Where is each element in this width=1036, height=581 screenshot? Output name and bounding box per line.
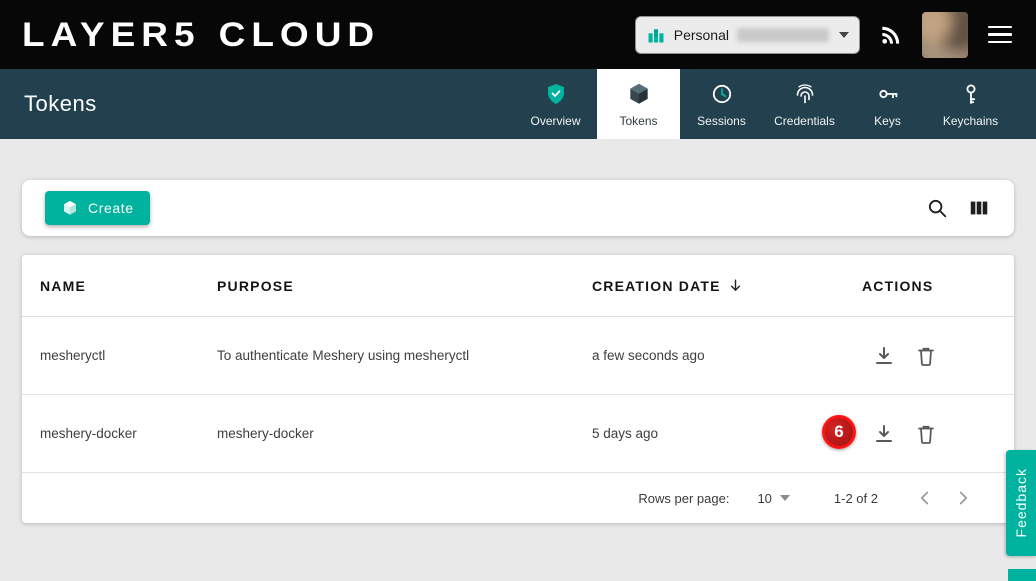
- token-cube-icon: [61, 199, 79, 217]
- view-columns-icon[interactable]: [968, 197, 990, 219]
- page: LAYER5 CLOUD Personal: [0, 0, 1036, 523]
- token-cube-icon: [626, 81, 652, 107]
- tab-label: Credentials: [774, 114, 835, 128]
- tab-tokens[interactable]: Tokens: [597, 69, 680, 139]
- subnav: Tokens Overview: [0, 69, 1036, 139]
- token-purpose: meshery-docker: [217, 426, 592, 441]
- rows-per-page-label: Rows per page:: [638, 491, 729, 506]
- token-name: meshery-docker: [22, 426, 217, 441]
- row-actions: [862, 344, 1014, 368]
- header-actions: Personal: [635, 12, 1014, 58]
- tab-keychains[interactable]: Keychains: [929, 69, 1012, 139]
- create-button-label: Create: [88, 200, 134, 216]
- column-header-actions: ACTIONS: [862, 278, 1014, 294]
- tab-keys[interactable]: Keys: [846, 69, 929, 139]
- table-toolbar: Create: [22, 180, 1014, 236]
- tab-label: Keys: [874, 114, 901, 128]
- search-icon[interactable]: [926, 197, 948, 219]
- token-creation-date: a few seconds ago: [592, 348, 862, 363]
- tab-credentials[interactable]: Credentials: [763, 69, 846, 139]
- fingerprint-icon: [793, 81, 817, 107]
- pagination-range: 1-2 of 2: [834, 491, 878, 506]
- table-header-row: NAME PURPOSE CREATION DATE ACTIONS: [22, 255, 1014, 317]
- main-content: Create: [0, 139, 1036, 523]
- building-icon: [646, 25, 666, 45]
- shield-icon: [544, 81, 568, 107]
- app-header: LAYER5 CLOUD Personal: [0, 0, 1036, 69]
- create-token-button[interactable]: Create: [45, 191, 150, 225]
- tab-label: Tokens: [619, 114, 657, 128]
- user-avatar[interactable]: [922, 12, 968, 58]
- column-header-purpose[interactable]: PURPOSE: [217, 278, 592, 294]
- key-icon: [876, 81, 900, 107]
- trash-icon[interactable]: [914, 344, 938, 368]
- column-header-name[interactable]: NAME: [22, 278, 217, 294]
- chevron-down-icon: [839, 32, 849, 38]
- tab-label: Sessions: [697, 114, 746, 128]
- next-page-icon[interactable]: [952, 487, 974, 509]
- pager-controls: [914, 487, 974, 509]
- tab-sessions[interactable]: Sessions: [680, 69, 763, 139]
- logo-cloud: CLOUD: [219, 17, 381, 51]
- account-name-redacted: [737, 28, 829, 42]
- trash-icon[interactable]: [914, 422, 938, 446]
- token-purpose: To authenticate Meshery using mesheryctl: [217, 348, 592, 363]
- download-icon[interactable]: [872, 422, 896, 446]
- tokens-table: NAME PURPOSE CREATION DATE ACTIONS meshe…: [22, 255, 1014, 523]
- keychain-icon: [959, 81, 983, 107]
- footer-corner-accent: [1008, 569, 1036, 581]
- account-label: Personal: [674, 27, 729, 43]
- rss-icon[interactable]: [878, 22, 904, 48]
- feedback-label: Feedback: [1013, 468, 1029, 537]
- avatar-blurred-image: [922, 12, 968, 58]
- nav-tabs: Overview Tokens: [514, 69, 1012, 139]
- sort-descending-icon[interactable]: [727, 277, 744, 294]
- feedback-tab[interactable]: Feedback: [1006, 450, 1036, 556]
- table-row: mesheryctl To authenticate Meshery using…: [22, 317, 1014, 395]
- layer5-cloud-logo[interactable]: LAYER5 CLOUD: [22, 16, 380, 53]
- download-icon[interactable]: [872, 344, 896, 368]
- tab-label: Keychains: [943, 114, 998, 128]
- tab-label: Overview: [530, 114, 580, 128]
- clock-icon: [710, 81, 734, 107]
- tab-overview[interactable]: Overview: [514, 69, 597, 139]
- row-actions: [862, 422, 1014, 446]
- previous-page-icon[interactable]: [914, 487, 936, 509]
- annotation-marker: 6: [822, 415, 856, 449]
- chevron-down-icon[interactable]: [780, 495, 790, 501]
- table-row: meshery-docker meshery-docker 5 days ago: [22, 395, 1014, 473]
- rows-per-page-select[interactable]: 10: [757, 491, 771, 506]
- logo-layer5: LAYER5: [22, 17, 201, 51]
- hamburger-menu-icon[interactable]: [986, 22, 1014, 48]
- token-name: mesheryctl: [22, 348, 217, 363]
- account-switcher[interactable]: Personal: [635, 16, 860, 54]
- page-title: Tokens: [24, 91, 97, 117]
- toolbar-icons: [926, 197, 990, 219]
- table-pagination: Rows per page: 10 1-2 of 2: [22, 473, 1014, 523]
- column-header-creation-date[interactable]: CREATION DATE: [592, 277, 862, 294]
